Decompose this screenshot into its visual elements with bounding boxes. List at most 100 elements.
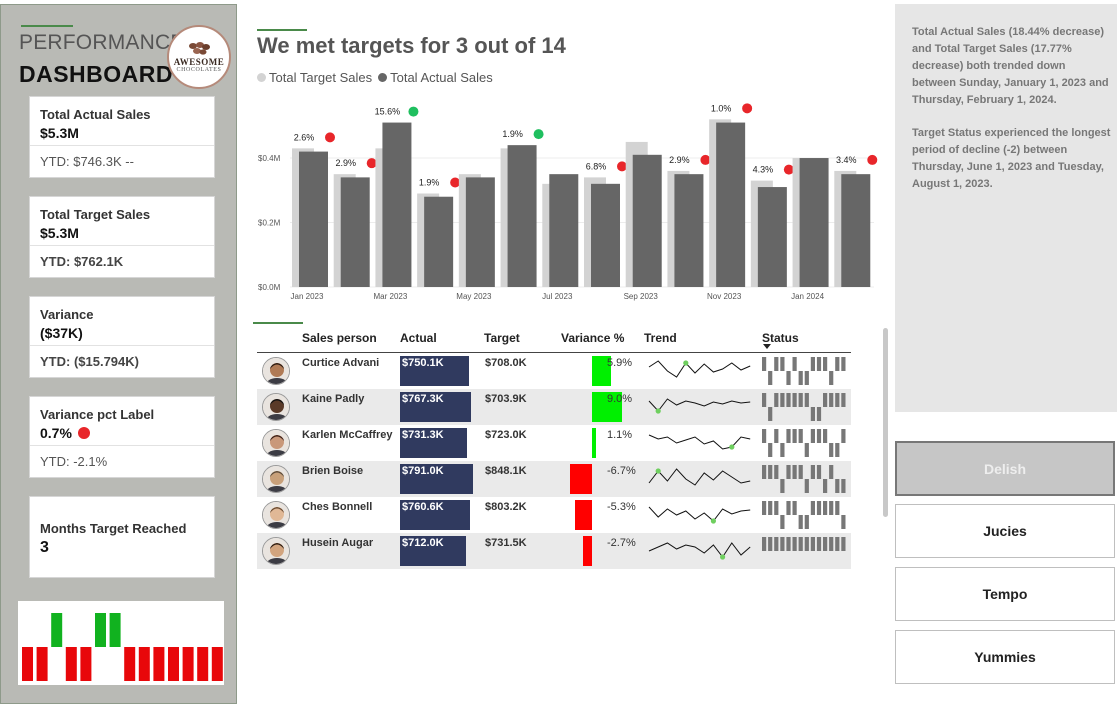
status-bar [835, 393, 840, 407]
column-header-sales-person[interactable]: Sales person [302, 331, 377, 345]
status-bar [762, 429, 767, 443]
bar-actual[interactable] [757, 187, 787, 287]
actual-value: $767.3K [402, 393, 444, 405]
sort-descending-icon[interactable] [763, 344, 771, 349]
avatar [262, 393, 290, 421]
status-bar [841, 515, 846, 529]
bar-actual[interactable] [299, 151, 328, 287]
status-bar [804, 443, 809, 457]
status-bar [768, 407, 773, 421]
variance-value: 1.1% [607, 429, 633, 441]
status-dot-icon [533, 129, 544, 140]
kpi-card-actual-sales: Total Actual Sales $5.3M YTD: $746.3K -- [29, 96, 215, 178]
status-bar [768, 465, 773, 479]
legend-item-target[interactable]: Total Target Sales [257, 70, 372, 85]
x-tick-label: Nov 2023 [707, 292, 742, 301]
table-row[interactable]: Karlen McCaffrey $731.3K $723.0K 1.1% [257, 425, 851, 461]
status-bar [816, 465, 822, 479]
status-bar [835, 357, 840, 371]
x-tick-label: May 2023 [456, 292, 492, 301]
insight-text: Target Status experienced the longest pe… [912, 127, 1111, 190]
status-bar [841, 479, 846, 493]
status-bar [786, 501, 791, 515]
kpi-label: Total Actual Sales [40, 107, 151, 122]
bar-actual[interactable] [799, 158, 829, 287]
table-row[interactable]: Brien Boise $791.0K $848.1K -6.7% [257, 461, 851, 497]
status-bar [804, 515, 809, 529]
kpi-label: Variance pct Label [40, 407, 155, 422]
slicer-button-yummies[interactable]: Yummies [895, 630, 1115, 684]
variance-data-bar [574, 500, 592, 530]
bar-actual[interactable] [674, 174, 704, 287]
avatar [262, 429, 290, 457]
table-row[interactable]: Husein Augar $712.0K $731.5K -2.7% [257, 533, 851, 569]
status-bar [768, 371, 773, 385]
bar-actual[interactable] [382, 122, 412, 287]
actual-value: $750.1K [402, 357, 444, 369]
month-status-bar-missed [65, 647, 77, 681]
status-bars [762, 429, 846, 457]
bar-actual[interactable] [507, 145, 537, 287]
bar-actual[interactable] [591, 183, 620, 287]
column-header-actual[interactable]: Actual [400, 331, 437, 345]
bar-actual[interactable] [340, 177, 370, 287]
legend-swatch [378, 73, 388, 82]
chart-legend[interactable]: Total Target Sales Total Actual Sales [257, 70, 493, 85]
kpi-label: Months Target Reached [40, 521, 187, 536]
status-bar [829, 443, 834, 457]
kpi-value: 0.7% [40, 425, 72, 441]
status-bar [829, 537, 834, 551]
status-bar [804, 393, 809, 407]
kpi-divider [30, 245, 214, 246]
kpi-value: $5.3M [40, 225, 79, 241]
table-scrollbar[interactable] [883, 328, 888, 517]
variance-value: -6.7% [607, 465, 636, 477]
smart-narrative-panel: Total Actual Sales (18.44% decrease) and… [895, 4, 1117, 412]
slicer-button-tempo[interactable]: Tempo [895, 567, 1115, 621]
trend-sparkline [648, 542, 751, 560]
status-bar [792, 501, 797, 515]
avatar [262, 501, 290, 529]
status-bar [816, 537, 822, 551]
column-header-variance[interactable]: Variance % [561, 331, 624, 345]
bar-actual[interactable] [424, 196, 454, 287]
column-header-target[interactable]: Target [484, 331, 520, 345]
variance-data-bar [583, 536, 592, 566]
slicer-button-jucies[interactable]: Jucies [895, 504, 1115, 558]
status-bar [786, 393, 791, 407]
trend-sparkline [648, 468, 751, 486]
bar-actual[interactable] [632, 154, 662, 287]
bar-actual[interactable] [841, 174, 871, 287]
table-row[interactable]: Curtice Advani $750.1K $708.0K 5.9% [257, 353, 851, 389]
bar-actual[interactable] [465, 177, 495, 287]
insight-text: Total Actual Sales (18.44% decrease) and… [912, 26, 1109, 106]
table-row[interactable]: Ches Bonnell $760.6K $803.2K -5.3% [257, 497, 851, 533]
kpi-value: $5.3M [40, 125, 79, 141]
bar-actual[interactable] [549, 174, 579, 287]
status-bar [774, 501, 779, 515]
status-dot-icon [408, 106, 419, 117]
month-status-bar-met [109, 613, 121, 647]
data-label: 2.6% [294, 132, 315, 142]
target-value: $731.5K [485, 537, 527, 549]
data-label: 2.9% [335, 158, 356, 168]
table-row[interactable]: Kaine Padly $767.3K $703.9K 9.0% [257, 389, 851, 425]
status-bar [835, 479, 840, 493]
trend-sparkline [648, 506, 751, 524]
bar-actual[interactable] [716, 122, 746, 287]
status-bar [823, 479, 828, 493]
variance-value: -5.3% [607, 501, 636, 513]
kpi-value: 3 [40, 539, 49, 556]
legend-label: Total Actual Sales [390, 70, 493, 85]
status-bar [786, 465, 791, 479]
status-bar [780, 357, 785, 371]
status-bar [804, 371, 809, 385]
legend-swatch [257, 73, 266, 82]
status-dot-icon [783, 164, 794, 175]
legend-item-actual[interactable]: Total Actual Sales [378, 70, 493, 85]
column-header-trend[interactable]: Trend [644, 331, 677, 345]
sales-bar-chart[interactable]: $0.0M $0.2M $0.4M 2.6% 2.9% 15.6% 1.9% 1.9% 6.8%… [250, 95, 890, 310]
variance-data-bar [569, 464, 592, 494]
slicer-button-delish[interactable]: Delish [895, 441, 1115, 496]
column-header-status[interactable]: Status [762, 331, 799, 345]
